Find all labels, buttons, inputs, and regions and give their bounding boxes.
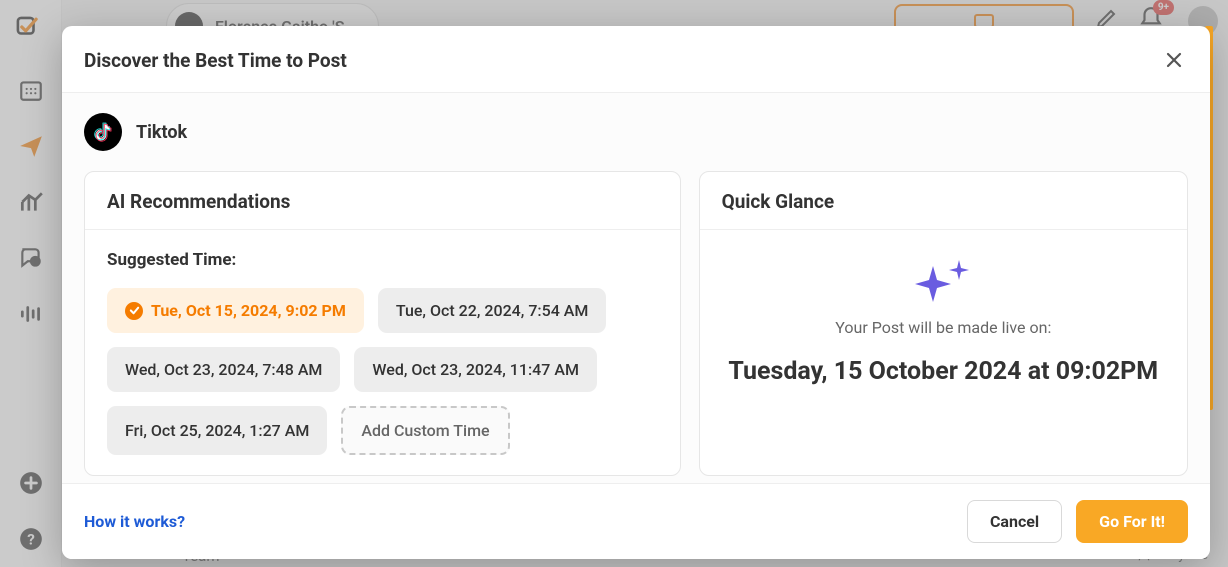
go-for-it-button[interactable]: Go For It!: [1076, 500, 1188, 543]
how-it-works-link[interactable]: How it works?: [84, 512, 185, 531]
check-icon: [125, 302, 143, 320]
time-chip-label: Fri, Oct 25, 2024, 1:27 AM: [125, 421, 309, 440]
modal-footer: How it works? Cancel Go For It!: [62, 483, 1210, 559]
suggested-time-label: Suggested Time:: [107, 250, 658, 270]
best-time-modal: Discover the Best Time to Post Tiktok AI…: [62, 26, 1210, 559]
platform-name: Tiktok: [136, 122, 187, 143]
close-icon[interactable]: [1160, 46, 1188, 74]
cancel-button[interactable]: Cancel: [967, 500, 1062, 543]
add-custom-label: Add Custom Time: [361, 421, 489, 440]
add-custom-time-button[interactable]: Add Custom Time: [341, 406, 509, 455]
recommendations-panel: AI Recommendations Suggested Time: Tue, …: [84, 171, 681, 476]
modal-title: Discover the Best Time to Post: [84, 49, 347, 72]
platform-row: Tiktok: [84, 113, 1188, 151]
time-chip-selected[interactable]: Tue, Oct 15, 2024, 9:02 PM: [107, 288, 364, 333]
recommendations-header: AI Recommendations: [85, 172, 680, 230]
time-chip-label: Tue, Oct 22, 2024, 7:54 AM: [396, 301, 589, 320]
time-chip-label: Wed, Oct 23, 2024, 11:47 AM: [372, 360, 579, 379]
time-chip-label: Tue, Oct 15, 2024, 9:02 PM: [151, 301, 346, 320]
time-chip-label: Wed, Oct 23, 2024, 7:48 AM: [125, 360, 322, 379]
time-chip[interactable]: Wed, Oct 23, 2024, 11:47 AM: [354, 347, 597, 392]
time-chip[interactable]: Tue, Oct 22, 2024, 7:54 AM: [378, 288, 607, 333]
sparkle-icon: [911, 258, 975, 310]
quick-glance-header: Quick Glance: [700, 172, 1187, 230]
time-chip[interactable]: Fri, Oct 25, 2024, 1:27 AM: [107, 406, 327, 455]
modal-header: Discover the Best Time to Post: [62, 26, 1210, 93]
modal-body: Tiktok AI Recommendations Suggested Time…: [62, 93, 1210, 483]
time-chip[interactable]: Wed, Oct 23, 2024, 7:48 AM: [107, 347, 340, 392]
tiktok-icon: [84, 113, 122, 151]
glance-subtext: Your Post will be made live on:: [835, 318, 1051, 337]
quick-glance-panel: Quick Glance Your Post will be made live…: [699, 171, 1188, 476]
glance-datetime: Tuesday, 15 October 2024 at 09:02PM: [728, 353, 1158, 391]
